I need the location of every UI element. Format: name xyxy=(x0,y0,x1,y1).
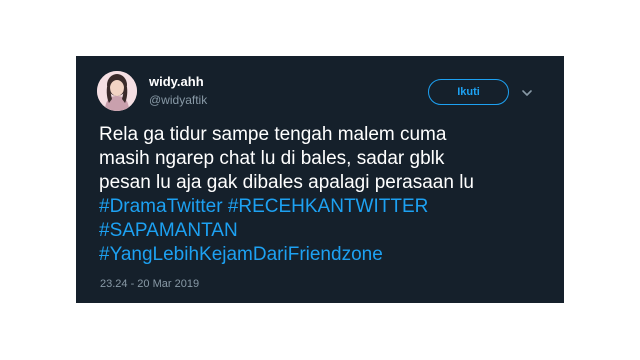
profile-photo-icon xyxy=(97,71,137,111)
display-name[interactable]: widy.ahh xyxy=(149,74,204,89)
tweet-text-line: masih ngarep chat lu di bales, sadar gbl… xyxy=(99,148,445,169)
tweet-text: Rela ga tidur sampe tengah malem cuma ma… xyxy=(99,123,549,267)
chevron-down-icon[interactable] xyxy=(520,86,534,100)
hashtag-link[interactable]: #YangLebihKejamDariFriendzone xyxy=(99,244,383,265)
tweet-text-line: Rela ga tidur sampe tengah malem cuma xyxy=(99,124,447,145)
hashtag-line: #YangLebihKejamDariFriendzone xyxy=(99,243,549,267)
hashtag-line: #SAPAMANTAN xyxy=(99,219,549,243)
hashtag-link[interactable]: #SAPAMANTAN xyxy=(99,220,238,241)
hashtag-link[interactable]: #DramaTwitter xyxy=(99,196,223,217)
hashtag-line: #DramaTwitter #RECEHKANTWITTER xyxy=(99,195,549,219)
follow-button[interactable]: Ikuti xyxy=(428,79,509,105)
hashtag-link[interactable]: #RECEHKANTWITTER xyxy=(228,196,429,217)
avatar[interactable] xyxy=(97,71,137,111)
tweet-card: widy.ahh @widyaftik Ikuti Rela ga tidur … xyxy=(76,56,564,303)
tweet-text-line: pesan lu aja gak dibales apalagi perasaa… xyxy=(99,172,474,193)
username[interactable]: @widyaftik xyxy=(149,93,207,107)
timestamp[interactable]: 23.24 - 20 Mar 2019 xyxy=(100,278,199,290)
